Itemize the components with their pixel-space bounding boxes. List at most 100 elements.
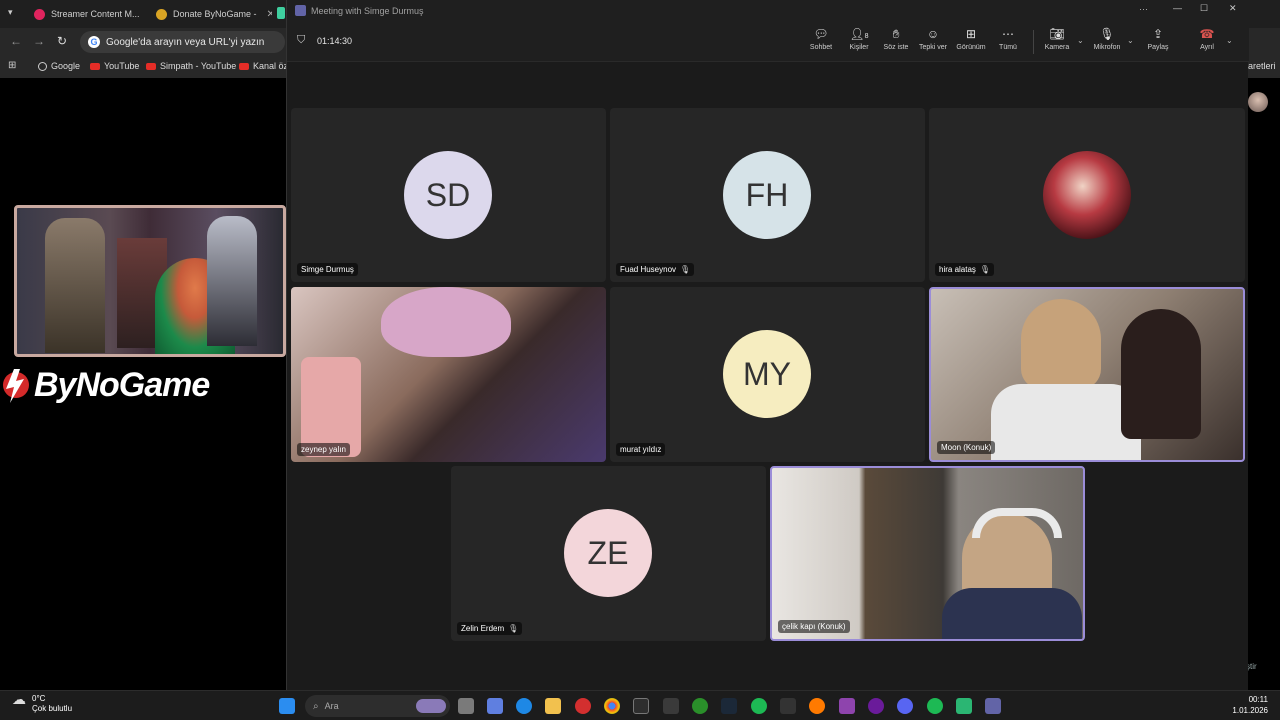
participant-name-label: zeynep yalın <box>297 443 350 456</box>
microphone-icon: 🎙︎ <box>1099 27 1115 41</box>
participant-name-label: murat yıldız <box>616 443 666 456</box>
app-icon[interactable] <box>809 698 825 714</box>
participant-name-label: Fuad Huseynov 🎙︎ <box>616 263 695 276</box>
task-view-icon[interactable] <box>458 698 474 714</box>
participant-tile[interactable]: Moon (Konuk) <box>929 287 1245 462</box>
tab-favicon-icon[interactable] <box>277 7 285 19</box>
spotify-icon[interactable] <box>927 698 943 714</box>
react-label: Tepki ver <box>918 44 947 51</box>
react-button[interactable]: ☺ Tepki ver <box>913 27 953 51</box>
shirt-shape <box>942 588 1082 639</box>
person-shape <box>1021 299 1101 389</box>
bookmark-label: YouTube <box>104 61 140 71</box>
opera-icon[interactable] <box>575 698 591 714</box>
teams-taskbar-icon[interactable] <box>985 698 1001 714</box>
youtube-icon <box>146 62 156 70</box>
microphone-button[interactable]: 🎙︎ Mikrofon <box>1087 27 1127 51</box>
view-button[interactable]: ⊞ Görünüm <box>951 27 991 51</box>
search-icon: ⌕ <box>313 700 319 712</box>
shield-icon: ⛉ <box>297 34 306 46</box>
youtube-icon <box>90 62 100 70</box>
discord-icon[interactable] <box>897 698 913 714</box>
bookmark-kanal[interactable]: Kanal öze <box>239 61 293 71</box>
people-button[interactable]: 👤︎8 Kişiler <box>839 27 879 51</box>
participant-tile[interactable]: MY murat yıldız <box>610 287 925 462</box>
microphone-label: Mikrofon <box>1093 44 1121 51</box>
taskbar-search[interactable]: ⌕ Ara <box>305 695 450 717</box>
avatar-initials: SD <box>425 176 471 213</box>
tab-donate-bynogame[interactable]: Donate ByNoGame - ✕ <box>150 3 272 25</box>
minimize-icon[interactable]: — <box>1173 3 1182 13</box>
avatar: SD <box>404 151 492 239</box>
bookmarks-overflow-text[interactable]: aretleri <box>1248 61 1276 71</box>
chat-button[interactable]: 💬︎ Sohbet <box>801 27 841 51</box>
apps-grid-icon[interactable]: ⊞ <box>8 60 16 71</box>
weather-desc: Çok bulutlu <box>32 704 73 713</box>
leave-button[interactable]: ☎︎ Ayrıl <box>1187 27 1227 51</box>
weather-widget[interactable]: ☁ 0°C Çok bulutlu <box>12 692 73 714</box>
bookmark-youtube[interactable]: YouTube <box>90 61 139 71</box>
bookmark-simpath[interactable]: Simpath - YouTube <box>146 61 236 71</box>
participant-name-label: Simge Durmuş <box>297 263 358 276</box>
more-label: Tümü <box>999 44 1017 51</box>
profile-avatar[interactable] <box>1248 92 1268 112</box>
figure-decoration <box>45 218 105 353</box>
participant-tile[interactable]: FH Fuad Huseynov 🎙︎ <box>610 108 925 282</box>
more-button[interactable]: ⋯ Tümü <box>988 27 1028 51</box>
taskbar: ☁ 0°C Çok bulutlu ⌕ Ara 00:11 1.01.2026 <box>0 690 1280 720</box>
epic-games-icon[interactable] <box>633 698 649 714</box>
meeting-timer: 01:14:30 <box>317 36 353 46</box>
avatar-initials: MY <box>743 355 791 392</box>
tab-favicon-icon <box>156 8 167 20</box>
back-icon[interactable]: ← <box>10 34 22 48</box>
brand-text: ByNoGame <box>34 365 210 404</box>
close-icon[interactable]: ✕ <box>1229 3 1237 14</box>
camera-off-icon: 📷︎ <box>1049 27 1065 41</box>
more-options-icon[interactable]: ⋯ <box>1139 4 1148 15</box>
chevron-down-icon[interactable]: ⌄ <box>1077 36 1084 45</box>
chevron-down-icon[interactable]: ⌄ <box>1127 36 1134 45</box>
capcut-icon[interactable] <box>780 698 796 714</box>
close-icon[interactable]: ✕ <box>267 9 272 20</box>
amazon-games-icon[interactable] <box>663 698 679 714</box>
youtube-icon <box>239 62 249 70</box>
forward-icon[interactable]: → <box>33 34 45 48</box>
obs-icon[interactable] <box>868 698 884 714</box>
maximize-icon[interactable]: ☐ <box>1200 3 1208 14</box>
people-label: Kişiler <box>849 44 869 51</box>
participant-tile[interactable]: zeynep yalın <box>291 287 606 462</box>
headphones-shape <box>972 508 1062 538</box>
chrome-icon[interactable] <box>604 698 620 714</box>
camera-button[interactable]: 📷︎ Kamera <box>1037 27 1077 51</box>
participant-tile[interactable]: hira alataş 🎙︎ <box>929 108 1245 282</box>
tab-menu-icon[interactable]: ▾ <box>8 7 13 18</box>
app-icon[interactable] <box>956 698 972 714</box>
participant-name-label: hira alataş 🎙︎ <box>935 263 995 276</box>
steam-icon[interactable] <box>721 698 737 714</box>
copilot-icon[interactable] <box>487 698 503 714</box>
xbox-icon[interactable] <box>692 698 708 714</box>
start-icon[interactable] <box>279 698 295 714</box>
avatar: FH <box>723 151 811 239</box>
file-explorer-icon[interactable] <box>545 698 561 714</box>
mic-muted-icon: 🎙︎ <box>979 265 991 274</box>
tab-streamer-content[interactable]: Streamer Content M... ✕ <box>28 3 150 25</box>
omnibox[interactable]: G Google'da arayın veya URL'yi yazın <box>80 31 285 53</box>
mic-muted-icon: 🎙︎ <box>680 265 691 274</box>
spotify-icon[interactable] <box>751 698 767 714</box>
search-highlight-icon <box>416 699 446 713</box>
chevron-down-icon[interactable]: ⌄ <box>1226 36 1233 45</box>
reload-icon[interactable]: ↻ <box>57 34 67 48</box>
system-clock[interactable]: 00:11 1.01.2026 <box>1232 694 1268 716</box>
bookmark-google[interactable]: Google <box>38 61 80 71</box>
app-icon[interactable] <box>839 698 855 714</box>
raise-hand-button[interactable]: ✋︎ Söz iste <box>876 27 916 51</box>
view-label: Görünüm <box>956 44 986 51</box>
participant-tile[interactable]: SD Simge Durmuş <box>291 108 606 282</box>
participant-tile[interactable]: çelik kapı (Konuk) <box>770 466 1085 641</box>
edge-icon[interactable] <box>516 698 532 714</box>
chat-icon: 💬︎ <box>813 27 829 41</box>
participant-tile[interactable]: ZE Zelin Erdem 🎙︎ <box>451 466 766 641</box>
tab-label: Donate ByNoGame - <box>173 9 257 19</box>
share-button[interactable]: ⇪ Paylaş <box>1138 27 1178 51</box>
